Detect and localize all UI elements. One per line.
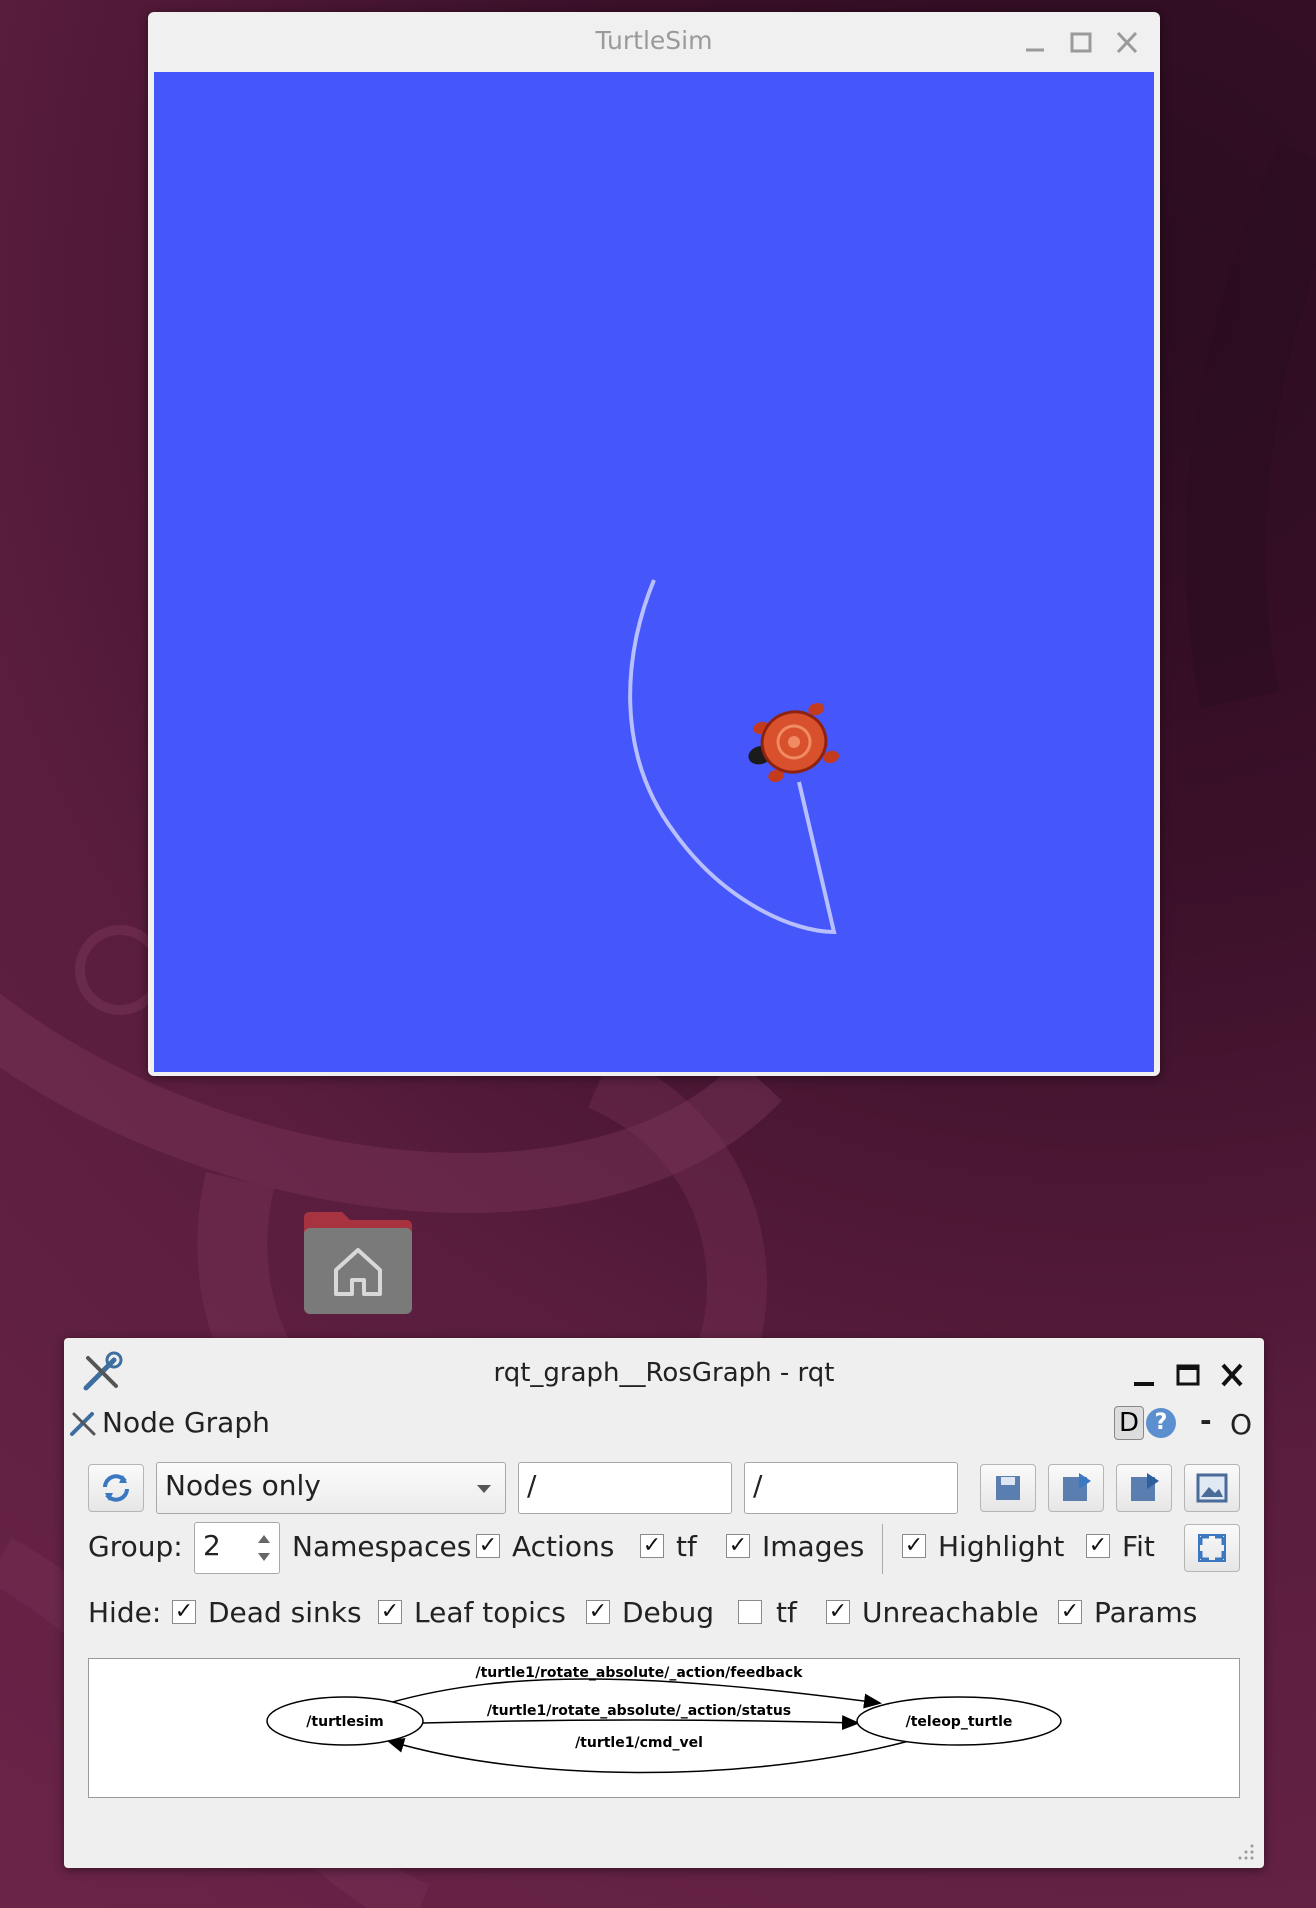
debug-checkbox[interactable]: ✓ bbox=[586, 1600, 610, 1624]
dead-sinks-label: Dead sinks bbox=[208, 1596, 362, 1629]
group-value: 2 bbox=[203, 1529, 221, 1562]
save-image-button[interactable] bbox=[1184, 1464, 1240, 1512]
save-svg-button[interactable] bbox=[1116, 1464, 1172, 1512]
turtlesim-window[interactable]: TurtleSim bbox=[148, 12, 1160, 1076]
highlight-checkbox[interactable]: ✓ bbox=[902, 1534, 926, 1558]
dead-sinks-checkbox[interactable]: ✓ bbox=[172, 1600, 196, 1624]
highlight-label: Highlight bbox=[938, 1530, 1065, 1563]
maximize-icon[interactable] bbox=[1066, 30, 1096, 56]
edge-feedback-label: /turtle1/rotate_absolute/_action/feedbac… bbox=[476, 1665, 804, 1681]
params-label: Params bbox=[1094, 1596, 1198, 1629]
topic-filter-input[interactable]: / bbox=[744, 1462, 958, 1514]
dock-button[interactable]: D bbox=[1114, 1406, 1144, 1440]
load-dot-button[interactable] bbox=[980, 1464, 1036, 1512]
edge-feedback bbox=[388, 1678, 882, 1709]
fit-checkbox[interactable]: ✓ bbox=[1086, 1534, 1110, 1558]
node-turtlesim-label: /turtlesim bbox=[306, 1714, 383, 1730]
edge-status bbox=[422, 1715, 860, 1731]
save-dot-button[interactable] bbox=[1048, 1464, 1104, 1512]
tf-hide-checkbox[interactable] bbox=[738, 1600, 762, 1624]
turtlesim-title: TurtleSim bbox=[595, 26, 713, 55]
resize-grip-icon[interactable] bbox=[1236, 1842, 1256, 1862]
refresh-icon bbox=[103, 1474, 129, 1502]
chevron-down-icon bbox=[477, 1485, 491, 1493]
node-teleop-turtle-label: /teleop_turtle bbox=[906, 1714, 1013, 1730]
namespace-filter-input[interactable]: / bbox=[518, 1462, 732, 1514]
save-as-dot-icon bbox=[1063, 1473, 1091, 1501]
namespaces-label: Namespaces bbox=[292, 1530, 472, 1563]
turtlesim-titlebar[interactable]: TurtleSim bbox=[148, 12, 1160, 70]
leaf-topics-checkbox[interactable]: ✓ bbox=[378, 1600, 402, 1624]
turtlesim-canvas bbox=[154, 72, 1154, 1072]
tf-group-label: tf bbox=[676, 1530, 697, 1563]
close-plugin-button[interactable]: O bbox=[1230, 1408, 1252, 1441]
graph-mode-value: Nodes only bbox=[165, 1469, 321, 1502]
params-checkbox[interactable]: ✓ bbox=[1058, 1600, 1082, 1624]
images-label: Images bbox=[762, 1530, 865, 1563]
graph-view[interactable]: /turtlesim /teleop_turtle /turtle1/rotat… bbox=[88, 1658, 1240, 1798]
minimize-icon[interactable] bbox=[1020, 30, 1050, 56]
close-icon[interactable] bbox=[1216, 1360, 1248, 1390]
load-icon bbox=[996, 1476, 1020, 1500]
edge-cmd-vel-label: /turtle1/cmd_vel bbox=[575, 1735, 703, 1751]
save-as-svg-icon bbox=[1131, 1473, 1159, 1501]
help-icon[interactable]: ? bbox=[1146, 1408, 1176, 1438]
leaf-topics-label: Leaf topics bbox=[414, 1596, 566, 1629]
namespaces-checkbox[interactable]: ✓ bbox=[476, 1534, 500, 1558]
home-folder-icon[interactable] bbox=[302, 1210, 414, 1316]
close-icon[interactable] bbox=[1112, 30, 1142, 56]
fit-label: Fit bbox=[1122, 1530, 1155, 1563]
spin-arrows-icon[interactable] bbox=[255, 1529, 273, 1567]
fit-in-view-button[interactable] bbox=[1184, 1524, 1240, 1572]
minimize-icon[interactable] bbox=[1128, 1360, 1160, 1390]
maximize-icon[interactable] bbox=[1172, 1360, 1204, 1390]
group-label: Group: bbox=[88, 1530, 183, 1563]
toolbar-divider bbox=[882, 1524, 883, 1574]
minimize-plugin-button[interactable]: - bbox=[1200, 1404, 1212, 1437]
actions-label: Actions bbox=[512, 1530, 615, 1563]
fit-view-icon bbox=[1198, 1534, 1226, 1562]
unreachable-label: Unreachable bbox=[862, 1596, 1039, 1629]
rqt-window-title: rqt_graph__RosGraph - rqt bbox=[493, 1358, 835, 1388]
debug-label: Debug bbox=[622, 1596, 715, 1629]
hide-label: Hide: bbox=[88, 1596, 162, 1629]
turtle-icon bbox=[748, 702, 840, 782]
tf-hide-label: tf bbox=[776, 1596, 797, 1629]
image-icon bbox=[1196, 1473, 1228, 1503]
actions-checkbox[interactable]: ✓ bbox=[640, 1534, 664, 1558]
tf-group-checkbox[interactable]: ✓ bbox=[726, 1534, 750, 1558]
rqt-window[interactable]: rqt_graph__RosGraph - rqt Node Graph D ?… bbox=[64, 1338, 1264, 1868]
plugin-tools-icon bbox=[70, 1412, 96, 1436]
refresh-button[interactable] bbox=[88, 1464, 144, 1512]
graph-mode-select[interactable]: Nodes only bbox=[156, 1462, 506, 1514]
edge-status-label: /turtle1/rotate_absolute/_action/status bbox=[487, 1703, 791, 1719]
plugin-title: Node Graph bbox=[102, 1406, 270, 1439]
unreachable-checkbox[interactable]: ✓ bbox=[826, 1600, 850, 1624]
group-spinbox[interactable]: 2 bbox=[194, 1522, 280, 1574]
